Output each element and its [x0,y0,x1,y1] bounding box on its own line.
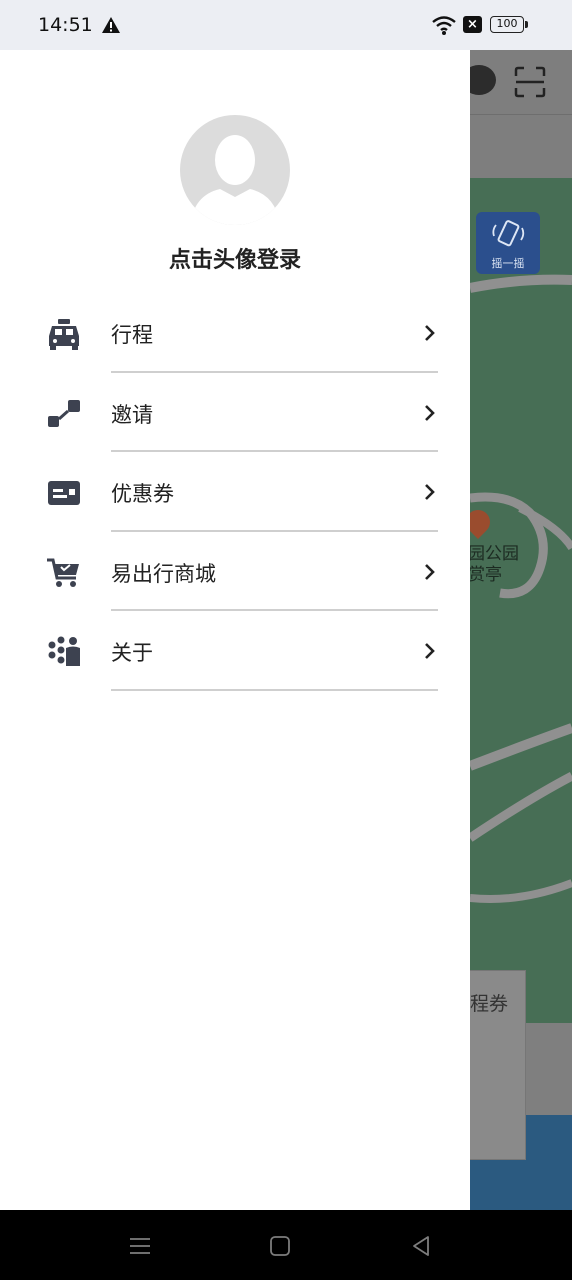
shake-button: 摇一摇 [476,212,540,274]
menu-item-about[interactable]: 关于 [0,611,470,691]
back-nav-icon[interactable] [409,1234,433,1258]
background-card-label: 程券 [470,993,509,1015]
menu-item-trips[interactable]: 行程 [0,293,470,373]
about-people-icon [48,636,80,666]
map-poi-label: 园公园 赏亭 [470,544,519,585]
coupon-card-icon [48,481,80,505]
menu-item-invite[interactable]: 邀请 [0,373,470,452]
shake-label: 摇一摇 [491,257,525,270]
status-time: 14:51 [38,14,93,36]
background-divider [470,114,572,115]
chevron-right-icon [425,484,435,500]
background-map-overlay[interactable]: 摇一摇 园公园 赏亭 程券 [470,50,572,1210]
menu-item-label: 关于 [111,641,153,665]
menu-item-label: 易出行商城 [111,561,216,586]
menu-item-label: 行程 [111,323,153,347]
avatar[interactable] [180,115,290,225]
menu-item-label: 邀请 [111,402,153,427]
menu-item-label: 优惠券 [111,482,174,506]
share-nodes-icon [48,399,80,427]
chevron-right-icon [425,643,435,659]
divider [111,688,438,691]
chevron-right-icon [425,563,435,580]
scan-icon [514,66,546,98]
system-nav-bar [0,1210,572,1280]
warning-icon [102,17,120,33]
no-sim-icon: × [463,16,482,33]
status-bar: 14:51 × 100 [0,0,572,50]
wifi-icon [432,16,456,35]
side-drawer: 点击头像登录 行程 邀请 优惠券 易出行商城 关于 [0,50,470,1210]
battery-icon: 100 [490,16,528,33]
chevron-right-icon [425,404,435,421]
taxi-icon [49,319,79,350]
chevron-right-icon [425,325,435,341]
menu-item-coupons[interactable]: 优惠券 [0,452,470,532]
drawer-menu: 行程 邀请 优惠券 易出行商城 关于 [0,293,470,691]
menu-item-mall[interactable]: 易出行商城 [0,532,470,611]
menu-nav-icon[interactable] [128,1234,152,1258]
map-park-area [470,178,572,1023]
login-prompt[interactable]: 点击头像登录 [0,242,470,274]
home-nav-icon[interactable] [268,1234,292,1258]
shopping-cart-icon [47,558,79,587]
